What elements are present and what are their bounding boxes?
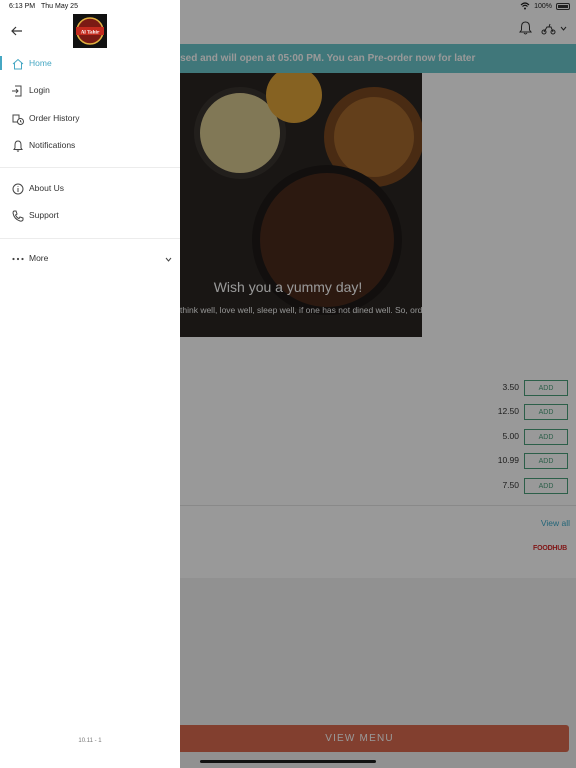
battery-icon xyxy=(556,3,570,10)
status-time: 6:13 PM xyxy=(9,3,36,10)
back-arrow-icon[interactable] xyxy=(11,25,23,37)
phone-icon xyxy=(12,210,24,222)
status-date: Thu May 25 xyxy=(41,3,78,10)
drawer-item-login[interactable]: Login xyxy=(0,78,180,104)
home-indicator[interactable] xyxy=(200,760,376,763)
drawer-item-label: About Us xyxy=(29,183,64,193)
drawer-item-support[interactable]: Support xyxy=(0,203,180,229)
info-icon xyxy=(12,183,24,195)
more-dots-icon xyxy=(12,257,24,261)
restaurant-logo: Al Tahir xyxy=(73,14,107,48)
drawer-item-notifications[interactable]: Notifications xyxy=(0,133,180,159)
bell-icon xyxy=(13,140,23,152)
app-version: 10.11 - 1 xyxy=(78,738,102,744)
drawer-item-label: Login xyxy=(29,85,50,95)
drawer-item-label: Notifications xyxy=(29,140,76,150)
svg-text:Al Tahir: Al Tahir xyxy=(81,30,100,36)
drawer-item-label: Support xyxy=(29,210,59,220)
status-bar: 6:13 PM Thu May 25 100% xyxy=(0,0,576,14)
drawer-divider xyxy=(0,238,180,239)
order-history-icon xyxy=(12,114,24,125)
drawer-item-about-us[interactable]: About Us xyxy=(0,176,180,202)
drawer-item-label: Home xyxy=(29,58,52,68)
drawer-item-label: More xyxy=(29,253,49,263)
login-icon xyxy=(12,85,22,97)
drawer-divider xyxy=(0,167,180,168)
battery-percent: 100% xyxy=(534,3,552,10)
drawer-item-home[interactable]: Home xyxy=(0,51,180,77)
drawer-item-order-history[interactable]: Order History xyxy=(0,106,180,132)
home-icon xyxy=(12,58,24,70)
drawer-item-more[interactable]: More xyxy=(0,246,180,272)
chevron-down-icon xyxy=(165,257,172,262)
navigation-drawer: Al Tahir Home Login Order History Notifi… xyxy=(0,0,180,768)
drawer-item-label: Order History xyxy=(29,113,80,123)
wifi-icon xyxy=(520,2,530,10)
